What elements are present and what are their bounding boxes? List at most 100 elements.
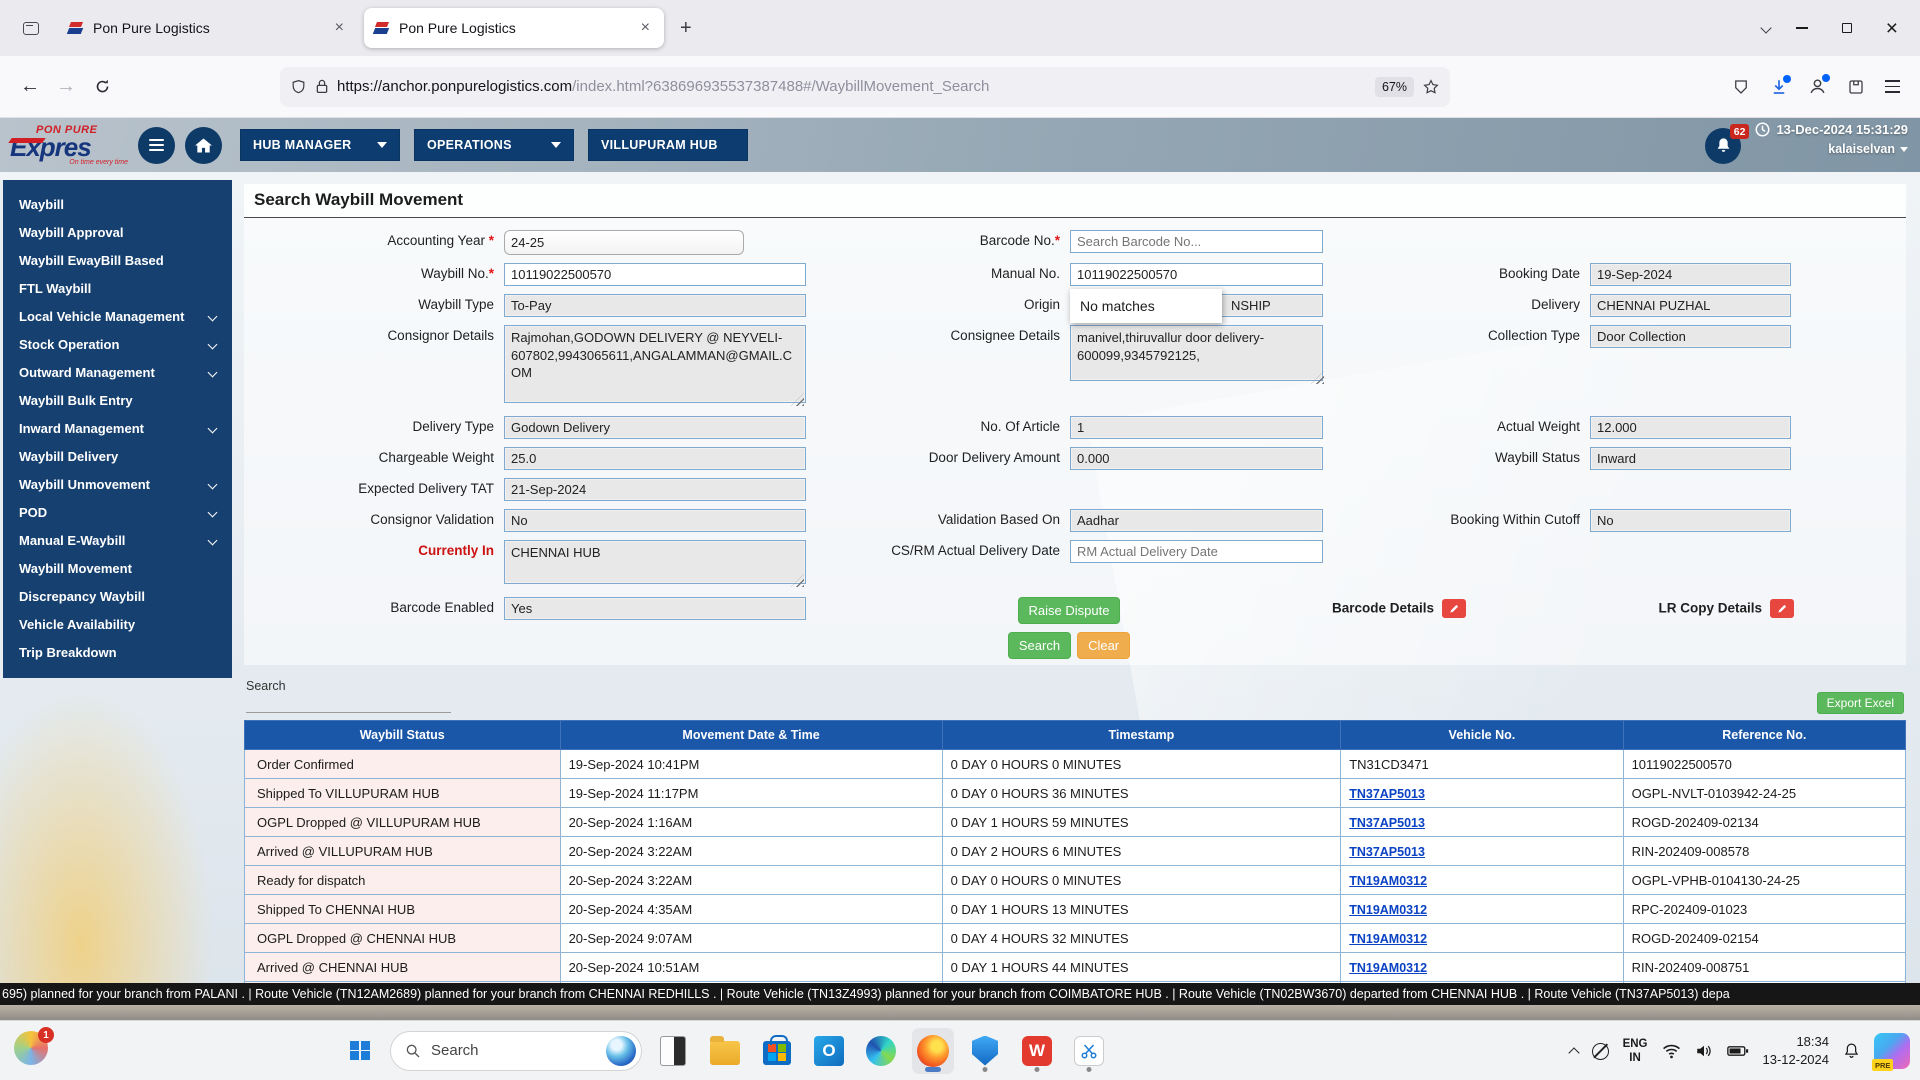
sidebar-item-inward-management[interactable]: Inward Management: [3, 414, 232, 442]
tab-close-icon[interactable]: ×: [331, 19, 348, 37]
waybill-type-input[interactable]: [504, 294, 806, 317]
no-of-article-input[interactable]: [1070, 416, 1323, 439]
sidebar-item-trip-breakdown[interactable]: Trip Breakdown: [3, 638, 232, 666]
tray-pre-app-icon[interactable]: PRE: [1874, 1033, 1910, 1069]
back-button[interactable]: ←: [12, 69, 48, 105]
header-menu-operations[interactable]: OPERATIONS: [414, 129, 574, 161]
tray-hidden-icons-chevron[interactable]: [1570, 1045, 1578, 1057]
sidebar-item-waybill-bulk-entry[interactable]: Waybill Bulk Entry: [3, 386, 232, 414]
wifi-icon[interactable]: [1662, 1043, 1681, 1059]
currently-in-textarea[interactable]: CHENNAI HUB: [504, 540, 806, 584]
vehicle-link[interactable]: TN19AM0312: [1349, 903, 1427, 917]
taskbar-app-snip[interactable]: [1068, 1028, 1110, 1074]
booking-within-cutoff-input[interactable]: [1590, 509, 1791, 532]
taskbar-app-reader[interactable]: [652, 1028, 694, 1074]
list-all-tabs-icon[interactable]: [1762, 19, 1770, 37]
sidebar-item-stock-operation[interactable]: Stock Operation: [3, 330, 232, 358]
taskbar-app-outlook[interactable]: O: [808, 1028, 850, 1074]
user-menu[interactable]: kalaiselvan: [1828, 142, 1908, 156]
booking-date-input[interactable]: [1590, 263, 1791, 286]
search-button[interactable]: Search: [1008, 632, 1071, 659]
taskbar-app-file-explorer[interactable]: [704, 1028, 746, 1074]
battery-icon[interactable]: [1727, 1044, 1749, 1058]
sidebar-toggle-button[interactable]: [138, 127, 175, 164]
vehicle-link[interactable]: TN37AP5013: [1349, 787, 1425, 801]
clear-button[interactable]: Clear: [1077, 632, 1130, 659]
tray-offline-icon[interactable]: [1592, 1043, 1609, 1060]
header-menu-villupuram-hub[interactable]: VILLUPURAM HUB: [588, 129, 748, 161]
consignor-validation-input[interactable]: [504, 509, 806, 532]
barcode-no-input[interactable]: [1070, 230, 1323, 253]
vehicle-link[interactable]: TN19AM0312: [1349, 961, 1427, 975]
consignee-details-textarea[interactable]: manivel,thiruvallur door delivery-600099…: [1070, 325, 1323, 381]
new-tab-button[interactable]: +: [680, 17, 692, 40]
actual-weight-input[interactable]: [1590, 416, 1791, 439]
sidebar-item-discrepancy-waybill[interactable]: Discrepancy Waybill: [3, 582, 232, 610]
taskbar-app-firefox-active[interactable]: [912, 1028, 954, 1074]
bookmark-star-icon[interactable]: [1422, 78, 1440, 96]
vehicle-link[interactable]: TN37AP5013: [1349, 816, 1425, 830]
barcode-details-edit-button[interactable]: [1442, 599, 1466, 618]
tray-notifications-bell[interactable]: [1843, 1042, 1860, 1060]
window-restore-button[interactable]: [1842, 23, 1852, 33]
tray-language-indicator[interactable]: ENGIN: [1623, 1037, 1648, 1066]
window-minimize-button[interactable]: [1796, 27, 1808, 29]
sidebar-item-waybill-unmovement[interactable]: Waybill Unmovement: [3, 470, 232, 498]
delivery-input[interactable]: [1590, 294, 1791, 317]
header-menu-hub-manager[interactable]: HUB MANAGER: [240, 129, 400, 161]
sidebar-item-waybill-approval[interactable]: Waybill Approval: [3, 218, 232, 246]
browser-tab-1[interactable]: Pon Pure Logistics ×: [58, 8, 358, 48]
taskbar-corner-app[interactable]: 1: [14, 1031, 52, 1069]
tray-clock[interactable]: 18:3413-12-2024: [1763, 1033, 1830, 1068]
raise-dispute-button[interactable]: Raise Dispute: [1018, 597, 1121, 624]
sidebar-item-waybill-ewaybill-based[interactable]: Waybill EwayBill Based: [3, 246, 232, 274]
notifications-button[interactable]: 62: [1705, 128, 1741, 164]
delivery-type-input[interactable]: [504, 416, 806, 439]
url-bar[interactable]: https://anchor.ponpurelogistics.com/inde…: [280, 67, 1450, 107]
account-icon[interactable]: [1808, 77, 1827, 96]
sidebar-item-manual-e-waybill[interactable]: Manual E-Waybill: [3, 526, 232, 554]
taskbar-app-wps[interactable]: W: [1016, 1028, 1058, 1074]
sidebar-item-waybill-movement[interactable]: Waybill Movement: [3, 554, 232, 582]
expected-delivery-tat-input[interactable]: [504, 478, 806, 501]
firefox-view-icon[interactable]: [14, 11, 48, 45]
taskbar-app-shield[interactable]: [964, 1028, 1006, 1074]
consignor-details-textarea[interactable]: Rajmohan,GODOWN DELIVERY @ NEYVELI-60780…: [504, 325, 806, 403]
accounting-year-input[interactable]: [504, 230, 744, 255]
waybill-no-input[interactable]: [504, 263, 806, 286]
pocket-save-icon[interactable]: [1732, 78, 1750, 96]
taskbar-app-store[interactable]: [756, 1028, 798, 1074]
sidebar-item-ftl-waybill[interactable]: FTL Waybill: [3, 274, 232, 302]
tab-close-icon[interactable]: ×: [637, 19, 654, 37]
start-button[interactable]: [340, 1029, 380, 1073]
sidebar-item-local-vehicle-management[interactable]: Local Vehicle Management: [3, 302, 232, 330]
taskbar-app-edge[interactable]: [860, 1028, 902, 1074]
window-close-button[interactable]: ×: [1886, 18, 1898, 39]
barcode-enabled-input[interactable]: [504, 597, 806, 620]
waybill-status-input[interactable]: [1590, 447, 1791, 470]
vehicle-link[interactable]: TN19AM0312: [1349, 874, 1427, 888]
menu-hamburger-icon[interactable]: [1885, 80, 1900, 92]
zoom-level-chip[interactable]: 67%: [1375, 77, 1414, 97]
volume-icon[interactable]: [1695, 1043, 1713, 1059]
sidebar-item-vehicle-availability[interactable]: Vehicle Availability: [3, 610, 232, 638]
door-delivery-amount-input[interactable]: [1070, 447, 1323, 470]
home-button[interactable]: [185, 127, 222, 164]
export-excel-button[interactable]: Export Excel: [1817, 692, 1904, 714]
extensions-icon[interactable]: [1847, 78, 1865, 96]
table-filter-input[interactable]: [246, 697, 451, 713]
vehicle-link[interactable]: TN37AP5013: [1349, 845, 1425, 859]
browser-tab-2-active[interactable]: Pon Pure Logistics ×: [364, 8, 664, 48]
manual-no-input[interactable]: [1070, 263, 1323, 286]
forward-button[interactable]: →: [48, 69, 84, 105]
sidebar-item-waybill-delivery[interactable]: Waybill Delivery: [3, 442, 232, 470]
lock-icon[interactable]: [315, 78, 329, 95]
sidebar-item-pod[interactable]: POD: [3, 498, 232, 526]
downloads-icon[interactable]: [1770, 78, 1788, 96]
vehicle-link[interactable]: TN19AM0312: [1349, 932, 1427, 946]
sidebar-item-outward-management[interactable]: Outward Management: [3, 358, 232, 386]
lr-copy-details-edit-button[interactable]: [1770, 599, 1794, 618]
sidebar-item-waybill[interactable]: Waybill: [3, 190, 232, 218]
tracking-shield-icon[interactable]: [290, 78, 307, 96]
collection-type-input[interactable]: [1590, 325, 1791, 348]
